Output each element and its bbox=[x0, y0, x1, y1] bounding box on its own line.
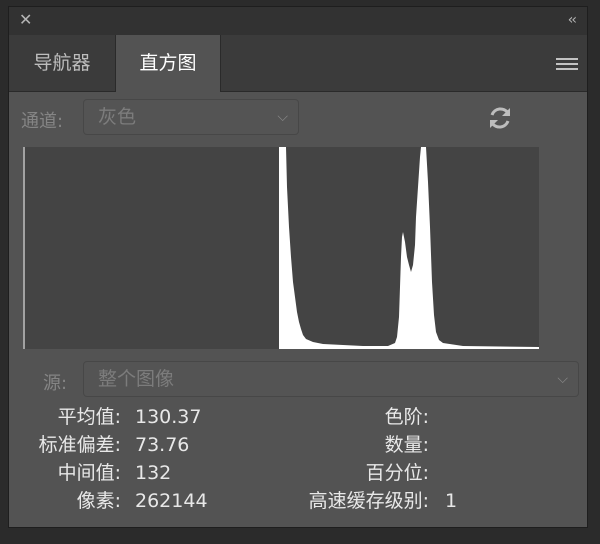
tab-navigator[interactable]: 导航器 bbox=[9, 35, 115, 91]
count-label: 数量: bbox=[384, 434, 429, 456]
panel-titlebar: ✕ ‹‹ bbox=[9, 7, 587, 35]
cache-level-label: 高速缓存级别: bbox=[308, 490, 429, 512]
hamburger-menu-icon[interactable] bbox=[556, 58, 578, 70]
channel-label: 通道: bbox=[21, 111, 64, 132]
source-value: 整个图像 bbox=[98, 368, 175, 390]
mean-value: 130.37 bbox=[135, 406, 202, 428]
refresh-icon[interactable] bbox=[487, 105, 513, 131]
stat-row: 标准偏差: 73.76 数量: bbox=[9, 431, 589, 459]
channel-value: 灰色 bbox=[98, 106, 137, 128]
stat-row: 平均值: 130.37 色阶: bbox=[9, 403, 589, 431]
double-chevron-left-icon[interactable]: ‹‹ bbox=[568, 10, 577, 30]
source-select[interactable]: 整个图像 ⌵ bbox=[83, 361, 579, 397]
cache-level-value: 1 bbox=[445, 490, 458, 512]
close-icon[interactable]: ✕ bbox=[19, 10, 32, 30]
std-dev-value: 73.76 bbox=[135, 434, 190, 456]
chevron-down-icon: ⌵ bbox=[277, 109, 288, 125]
mean-label: 平均值: bbox=[57, 406, 121, 428]
histogram-chart bbox=[23, 147, 539, 349]
percentile-label: 百分位: bbox=[365, 462, 429, 484]
source-label: 源: bbox=[43, 373, 68, 394]
histogram-panel: ✕ ‹‹ 导航器 直方图 通道: 灰色 ⌵ 源: 整个图像 ⌵ 平均值: 130… bbox=[8, 6, 588, 528]
tab-histogram[interactable]: 直方图 bbox=[115, 35, 221, 92]
pixels-value: 262144 bbox=[135, 490, 208, 512]
stat-row: 像素: 262144 高速缓存级别: 1 bbox=[9, 487, 589, 515]
tab-bar: 导航器 直方图 bbox=[9, 35, 587, 92]
chevron-down-icon: ⌵ bbox=[557, 371, 568, 387]
median-label: 中间值: bbox=[57, 462, 121, 484]
std-dev-label: 标准偏差: bbox=[38, 434, 121, 456]
median-value: 132 bbox=[135, 462, 172, 484]
channel-select[interactable]: 灰色 ⌵ bbox=[83, 99, 299, 135]
pixels-label: 像素: bbox=[76, 490, 121, 512]
stat-row: 中间值: 132 百分位: bbox=[9, 459, 589, 487]
level-label: 色阶: bbox=[384, 406, 429, 428]
